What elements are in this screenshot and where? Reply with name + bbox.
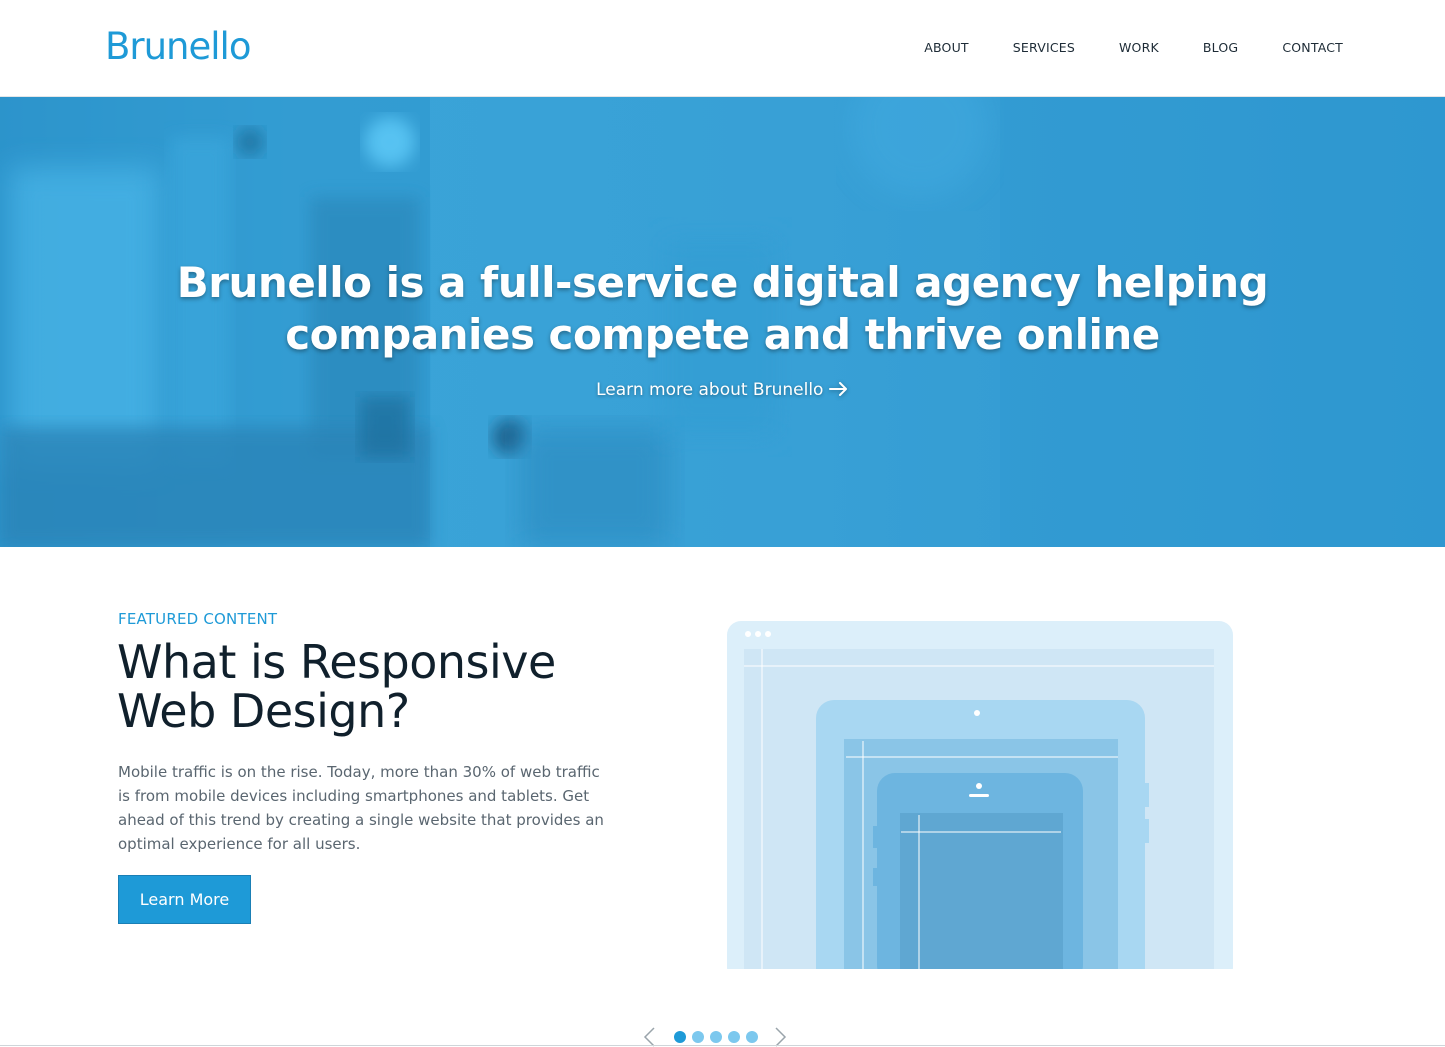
browser-dot-1 <box>745 631 751 637</box>
nav-item-blog[interactable]: BLOG <box>1203 40 1238 55</box>
site-header: Brunello ABOUT SERVICES WORK BLOG CONTAC… <box>0 0 1445 97</box>
chevron-right-icon[interactable] <box>774 1026 788 1047</box>
learn-more-button[interactable]: Learn More <box>118 875 251 924</box>
carousel-controls <box>642 1026 792 1047</box>
phone-screen <box>900 813 1063 969</box>
arrow-right-icon <box>828 382 847 396</box>
carousel-dot-2[interactable] <box>692 1031 704 1043</box>
nav-item-about[interactable]: ABOUT <box>924 40 969 55</box>
section-divider <box>0 1045 1445 1046</box>
hero-heading-line-2: companies compete and thrive online <box>285 310 1160 359</box>
learn-more-about-link-label: Learn more about Brunello <box>596 380 824 400</box>
featured-title: What is Responsive Web Design? <box>117 638 637 736</box>
hero-heading: Brunello is a full-service digital agenc… <box>0 257 1445 361</box>
hero-banner: Brunello is a full-service digital agenc… <box>0 97 1445 547</box>
main-nav: ABOUT SERVICES WORK BLOG CONTACT <box>880 40 1343 55</box>
browser-dot-3 <box>765 631 771 637</box>
nav-item-services[interactable]: SERVICES <box>1013 40 1075 55</box>
brand-logo[interactable]: Brunello <box>105 25 251 68</box>
carousel-dot-4[interactable] <box>728 1031 740 1043</box>
chevron-left-icon[interactable] <box>642 1026 656 1047</box>
nav-item-work[interactable]: WORK <box>1119 40 1159 55</box>
featured-label: FEATURED CONTENT <box>118 610 278 628</box>
featured-title-line-2: Web Design? <box>117 684 410 738</box>
carousel-dot-5[interactable] <box>746 1031 758 1043</box>
nav-item-contact[interactable]: CONTACT <box>1282 40 1343 55</box>
carousel-dot-1[interactable] <box>674 1031 686 1043</box>
learn-more-about-link[interactable]: Learn more about Brunello <box>596 380 849 400</box>
hero-learn-more: Learn more about Brunello <box>0 380 1445 400</box>
featured-description: Mobile traffic is on the rise. Today, mo… <box>118 763 604 853</box>
hero-heading-line-1: Brunello is a full-service digital agenc… <box>176 258 1269 307</box>
browser-dot-2 <box>755 631 761 637</box>
responsive-devices-illustration <box>727 621 1233 969</box>
featured-title-line-1: What is Responsive <box>117 635 556 689</box>
carousel-dot-3[interactable] <box>710 1031 722 1043</box>
